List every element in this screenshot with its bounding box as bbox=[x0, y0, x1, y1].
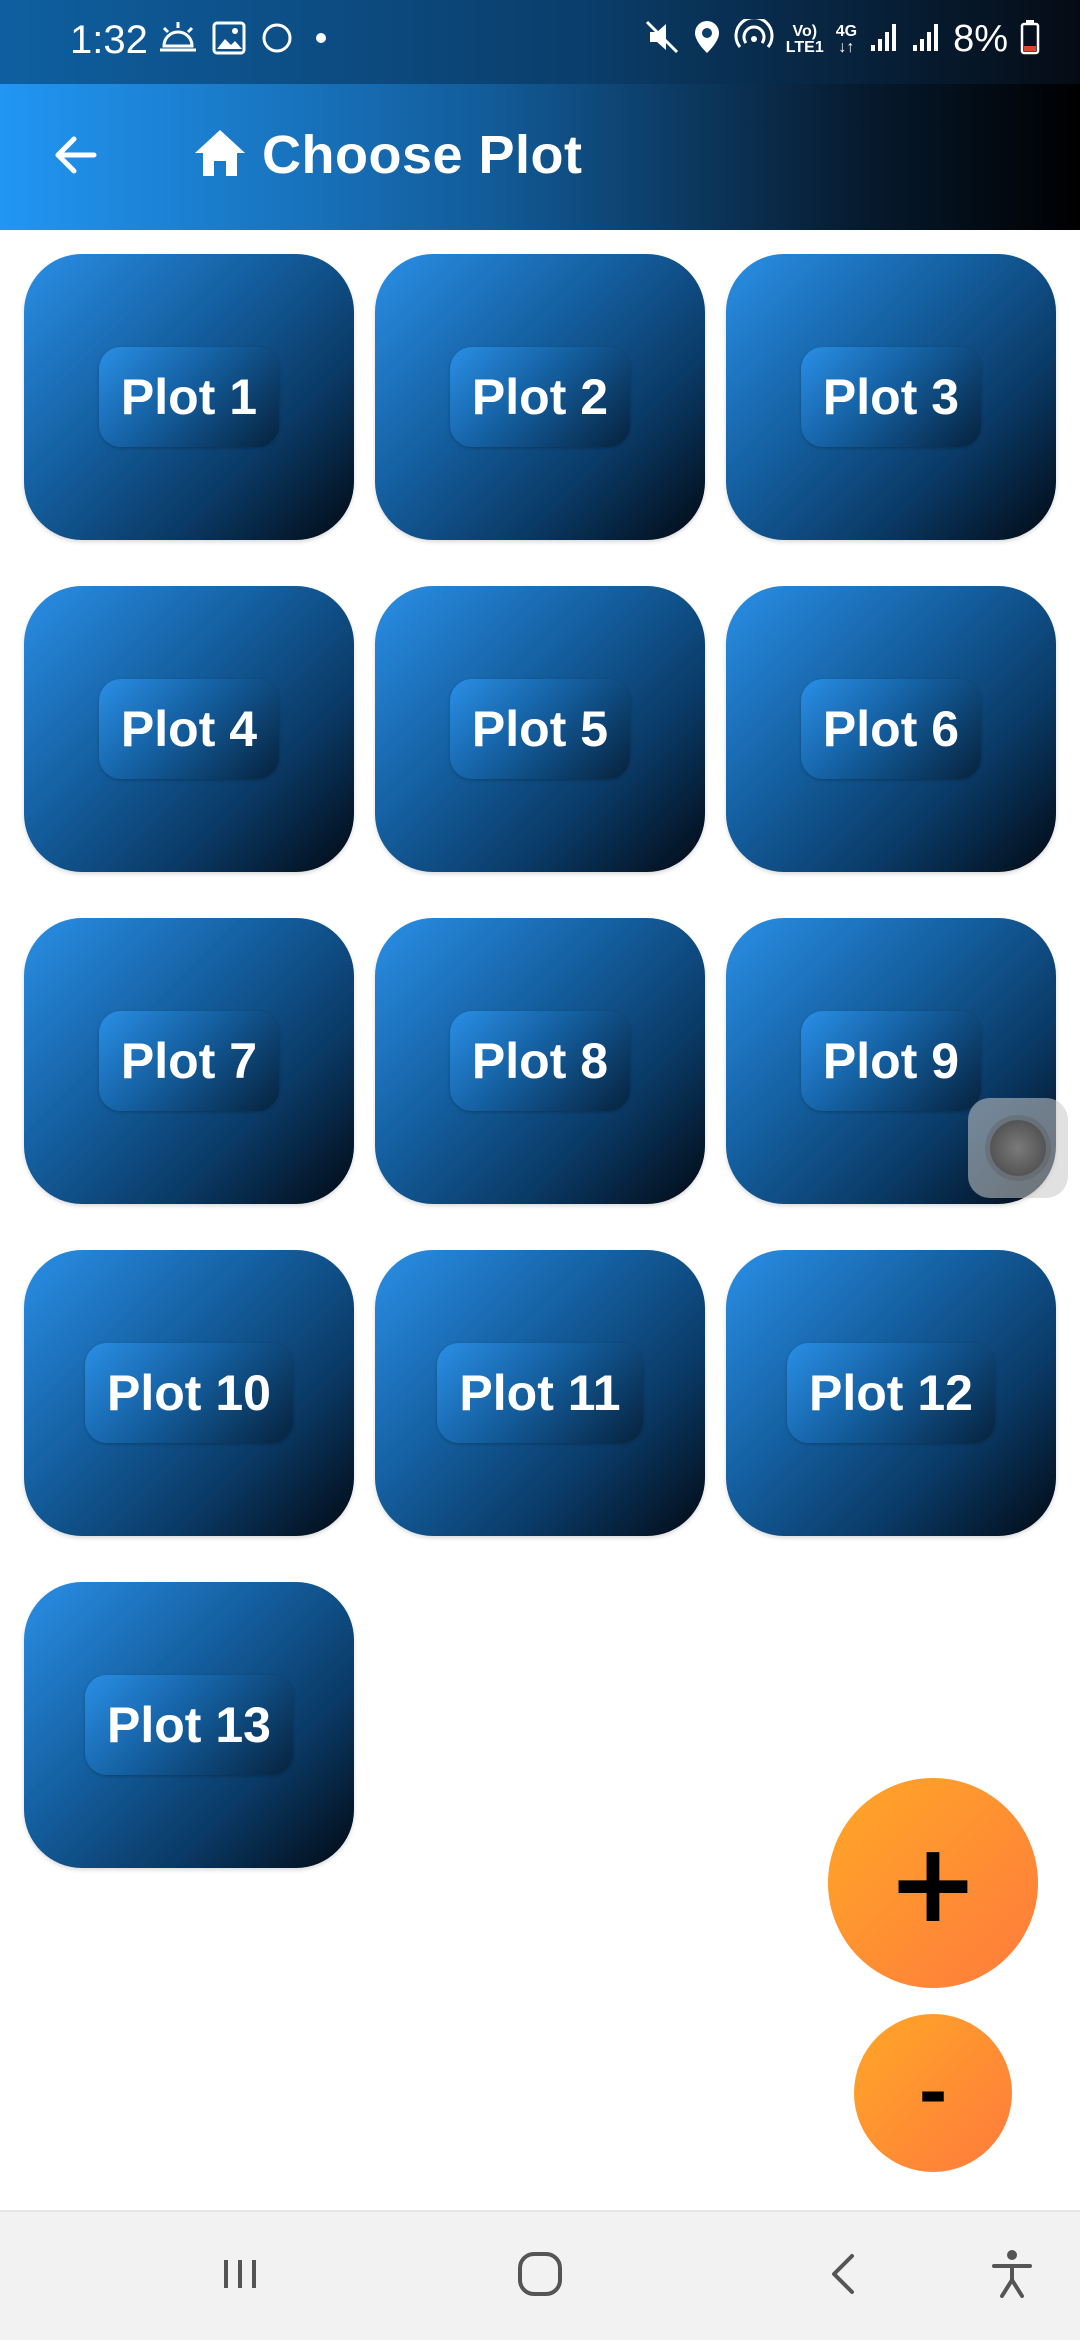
assistive-dot-icon bbox=[990, 1120, 1046, 1176]
plot-tile-10[interactable]: Plot 10 bbox=[24, 1250, 354, 1536]
network-type: 4G ↓↑ bbox=[835, 22, 858, 56]
plot-tile-1[interactable]: Plot 1 bbox=[24, 254, 354, 540]
plot-label: Plot 12 bbox=[809, 1365, 973, 1421]
plot-chip: Plot 12 bbox=[787, 1343, 995, 1443]
location-icon bbox=[692, 19, 722, 60]
plot-tile-3[interactable]: Plot 3 bbox=[726, 254, 1056, 540]
data-arrows-icon: ↓↑ bbox=[838, 38, 855, 56]
dot-icon bbox=[308, 25, 334, 56]
plot-label: Plot 9 bbox=[822, 1033, 960, 1089]
plot-label: Plot 2 bbox=[471, 369, 609, 425]
plot-chip: Plot 6 bbox=[800, 679, 982, 779]
weather-icon bbox=[158, 20, 198, 61]
plot-tile-2[interactable]: Plot 2 bbox=[375, 254, 705, 540]
battery-percent: 8% bbox=[953, 18, 1008, 60]
app-bar: Choose Plot bbox=[0, 84, 1080, 230]
network-bottom: LTE1 bbox=[785, 38, 824, 56]
plot-tile-4[interactable]: Plot 4 bbox=[24, 586, 354, 872]
circle-icon bbox=[260, 21, 294, 60]
battery-icon bbox=[1020, 19, 1040, 60]
recents-icon bbox=[216, 2250, 264, 2303]
plot-chip: Plot 1 bbox=[98, 347, 280, 447]
title-wrap: Choose Plot bbox=[192, 124, 583, 186]
add-plot-label: + bbox=[886, 1819, 980, 1947]
plot-tile-6[interactable]: Plot 6 bbox=[726, 586, 1056, 872]
plot-tile-13[interactable]: Plot 13 bbox=[24, 1582, 354, 1868]
plot-label: Plot 6 bbox=[822, 701, 960, 757]
plot-tile-11[interactable]: Plot 11 bbox=[375, 1250, 705, 1536]
plot-chip: Plot 7 bbox=[98, 1011, 280, 1111]
signal-icon-2 bbox=[911, 21, 941, 58]
back-button[interactable] bbox=[40, 122, 110, 192]
network-label: Vo) LTE1 bbox=[785, 22, 824, 56]
gallery-icon bbox=[212, 21, 246, 60]
remove-plot-button[interactable]: - bbox=[854, 2014, 1012, 2172]
home-button[interactable] bbox=[500, 2236, 580, 2316]
status-bar: 1:32 Vo) LTE1 4G ↓↑ 8% bbox=[0, 0, 1080, 84]
plot-chip: Plot 4 bbox=[98, 679, 280, 779]
plot-tile-12[interactable]: Plot 12 bbox=[726, 1250, 1056, 1536]
plot-label: Plot 11 bbox=[459, 1365, 621, 1421]
recents-button[interactable] bbox=[200, 2236, 280, 2316]
plot-tile-7[interactable]: Plot 7 bbox=[24, 918, 354, 1204]
arrow-left-icon bbox=[50, 130, 100, 185]
hotspot-icon bbox=[734, 16, 774, 60]
plot-chip: Plot 11 bbox=[437, 1343, 643, 1443]
status-time: 1:32 bbox=[70, 18, 148, 62]
plot-chip: Plot 3 bbox=[800, 347, 982, 447]
network-type-label: 4G bbox=[835, 22, 858, 40]
system-back-button[interactable] bbox=[804, 2236, 884, 2316]
plot-chip: Plot 10 bbox=[85, 1343, 293, 1443]
add-plot-button[interactable]: + bbox=[828, 1778, 1038, 1988]
network-top: Vo) bbox=[792, 22, 818, 40]
remove-plot-label: - bbox=[918, 2052, 948, 2134]
nav-bar bbox=[0, 2212, 1080, 2340]
home-icon bbox=[192, 127, 248, 184]
mute-icon bbox=[644, 19, 680, 60]
plot-chip: Plot 9 bbox=[800, 1011, 982, 1111]
plot-label: Plot 3 bbox=[822, 369, 960, 425]
plot-chip: Plot 8 bbox=[449, 1011, 631, 1111]
plot-label: Plot 4 bbox=[120, 701, 258, 757]
accessibility-button[interactable] bbox=[972, 2236, 1052, 2316]
plot-label: Plot 5 bbox=[471, 701, 609, 757]
plot-label: Plot 8 bbox=[471, 1033, 609, 1089]
accessibility-icon bbox=[988, 2248, 1036, 2305]
plot-tile-8[interactable]: Plot 8 bbox=[375, 918, 705, 1204]
plot-label: Plot 7 bbox=[120, 1033, 258, 1089]
screen: 1:32 Vo) LTE1 4G ↓↑ 8% Choose Plot Plot … bbox=[0, 0, 1080, 2340]
home-circle-icon bbox=[514, 2248, 566, 2305]
plot-tile-5[interactable]: Plot 5 bbox=[375, 586, 705, 872]
plot-chip: Plot 5 bbox=[449, 679, 631, 779]
signal-icon bbox=[869, 21, 899, 58]
plot-label: Plot 1 bbox=[120, 369, 258, 425]
plot-label: Plot 13 bbox=[107, 1697, 271, 1753]
plot-chip: Plot 2 bbox=[449, 347, 631, 447]
assistive-touch-button[interactable] bbox=[968, 1098, 1068, 1198]
plot-label: Plot 10 bbox=[107, 1365, 271, 1421]
page-title: Choose Plot bbox=[262, 125, 583, 185]
plot-grid: Plot 1 Plot 2 Plot 3 Plot 4 Plot 5 Plot … bbox=[24, 254, 1056, 1868]
status-right-icons: Vo) LTE1 4G ↓↑ 8% bbox=[644, 16, 1040, 61]
plot-chip: Plot 13 bbox=[85, 1675, 293, 1775]
back-icon bbox=[820, 2250, 868, 2303]
status-left-icons bbox=[158, 20, 334, 61]
